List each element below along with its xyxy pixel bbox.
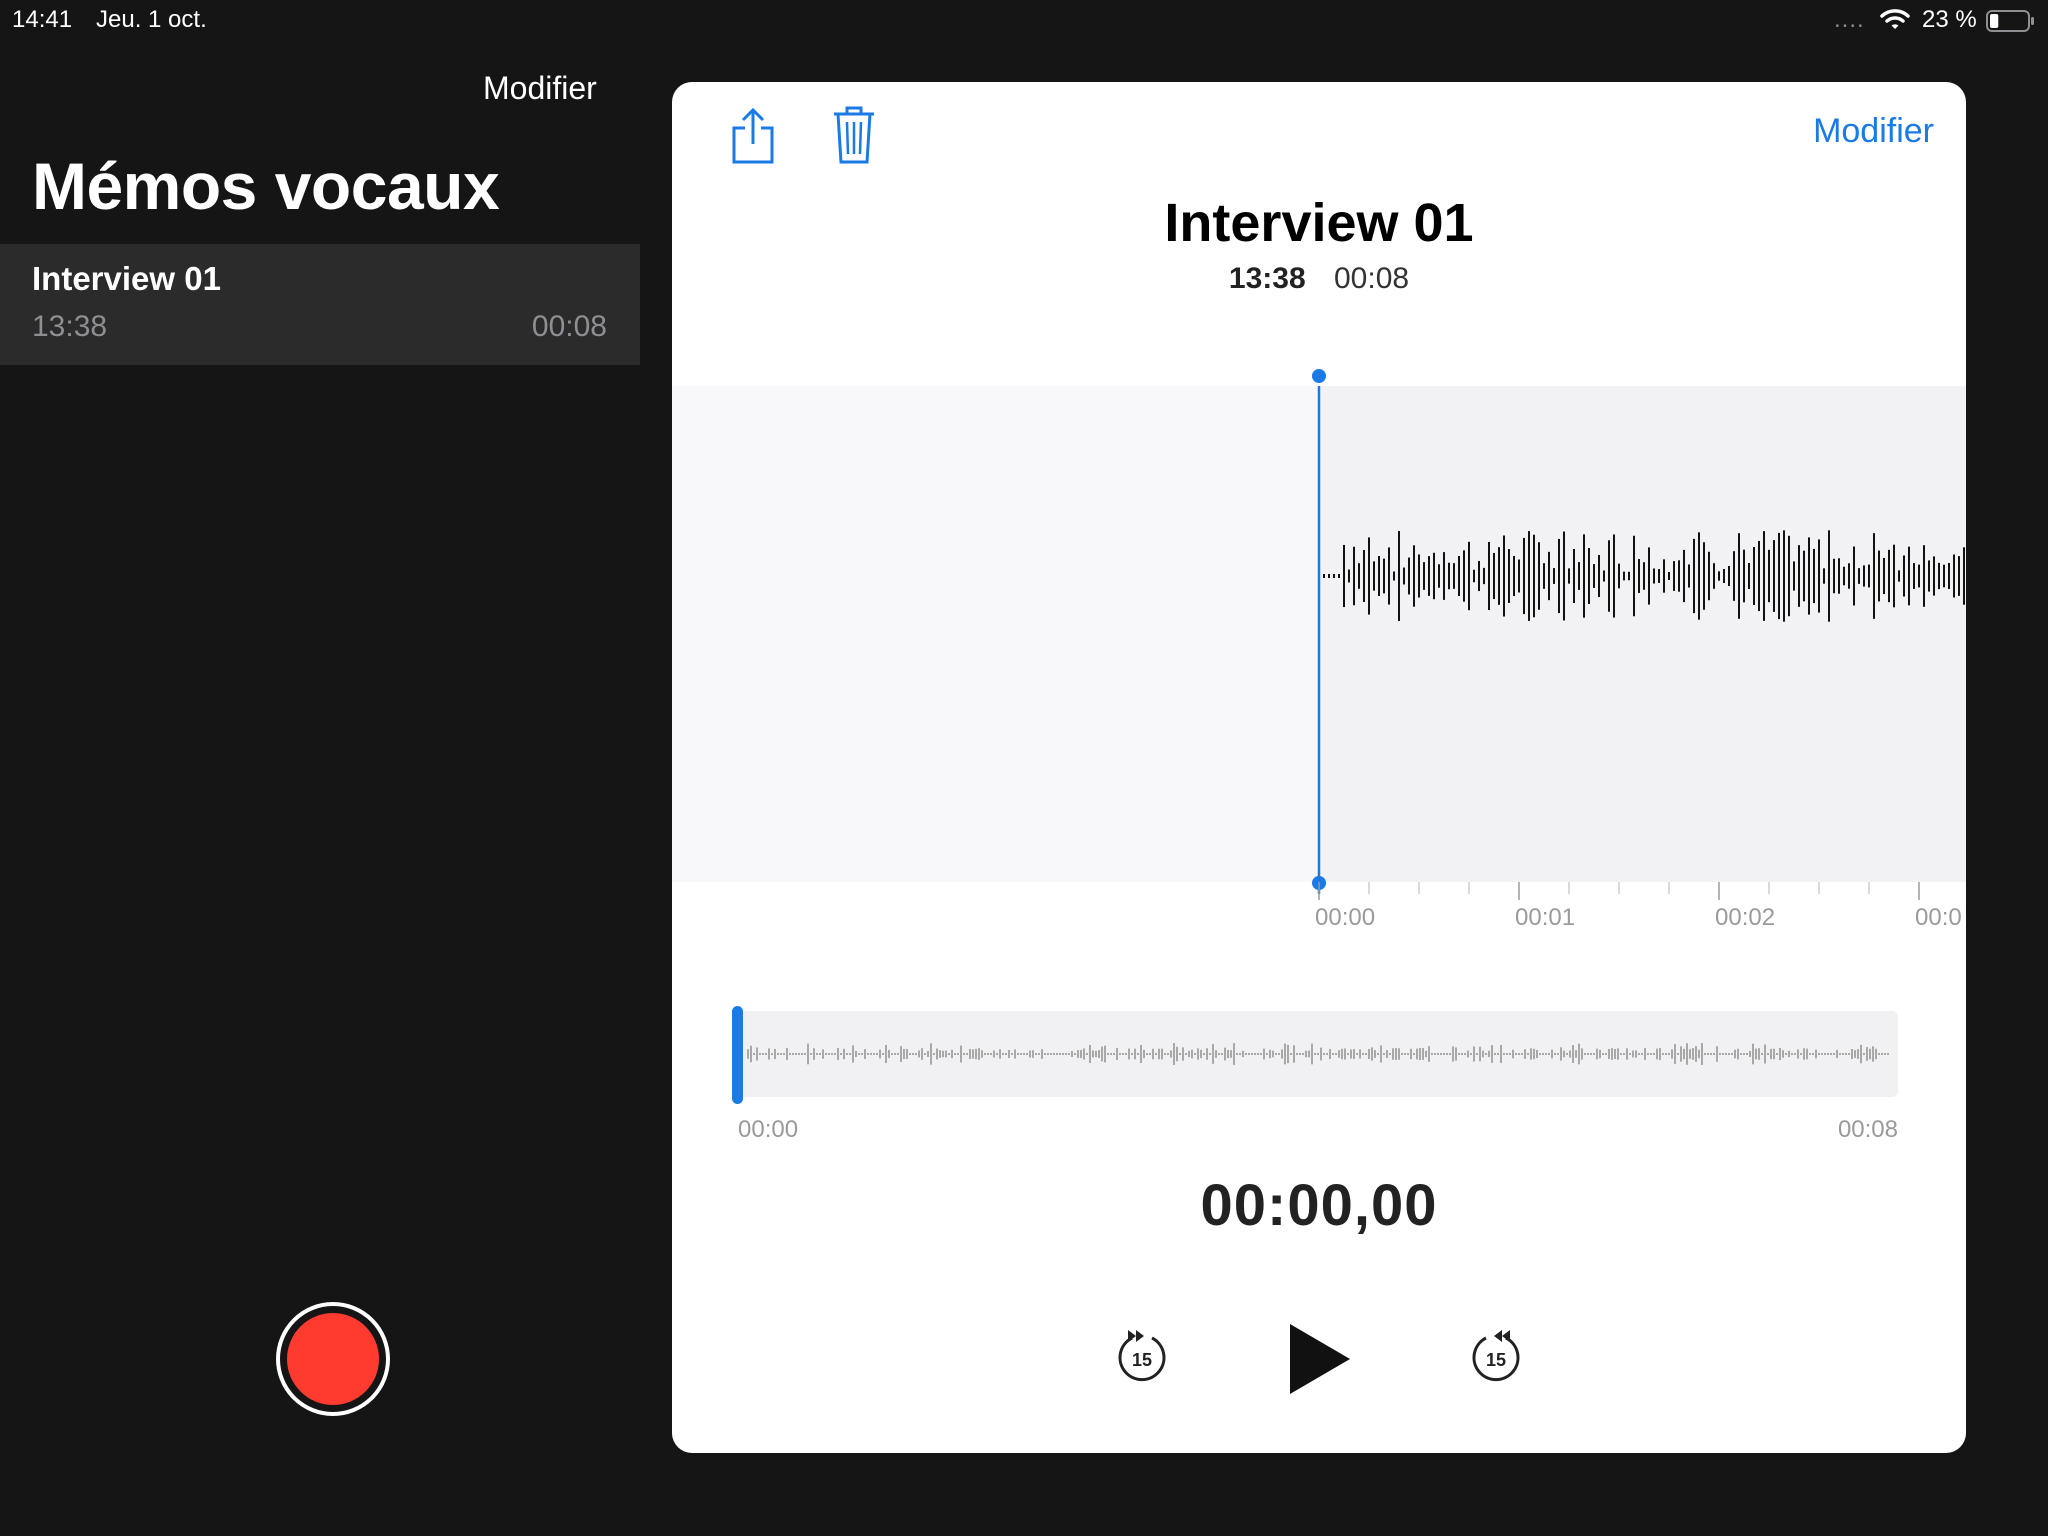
overview-waveform[interactable]: [734, 1011, 1898, 1097]
record-icon: [287, 1313, 379, 1405]
recording-meta: 13:38 00:08: [672, 262, 1966, 296]
play-button[interactable]: [1284, 1320, 1354, 1398]
elapsed-time: 00:00,00: [1200, 1173, 1438, 1238]
skip-forward-icon: [1502, 1330, 1510, 1342]
recording-title: Interview 01: [1164, 193, 1474, 253]
status-time: 14:41: [12, 6, 73, 33]
timeline-tick-2: 00:02: [1715, 904, 1776, 931]
play-icon: [1290, 1324, 1350, 1394]
signal-indicator: ....: [1834, 6, 1865, 33]
timeline-ruler: 00:00 00:01 00:02 00:0: [672, 882, 1966, 942]
overview-end-time: 00:08: [1837, 1116, 1898, 1143]
memo-name: Interview 01: [32, 260, 221, 297]
page-title: Mémos vocaux: [32, 149, 500, 223]
memo-duration: 00:08: [531, 310, 607, 343]
battery-percent: 23 %: [1922, 6, 1977, 33]
memo-list-item[interactable]: Interview 01 13:38 00:08: [0, 244, 640, 365]
wifi-icon: [1880, 9, 1910, 29]
waveform-viewer[interactable]: [672, 386, 1966, 894]
skip-forward-label: 15: [1486, 1350, 1506, 1370]
battery-icon: [1986, 10, 2034, 32]
playhead-top-handle[interactable]: [1311, 368, 1327, 384]
recording-time: 13:38: [1228, 262, 1306, 295]
skip-back-icon: [1128, 1330, 1136, 1342]
waveform: [1317, 386, 1965, 894]
recording-detail-panel: Modifier Interview 01 13:38 00:08 00:00 …: [672, 82, 1966, 1453]
skip-back-label: 15: [1132, 1350, 1152, 1370]
overview-waveform-graphic: [747, 1043, 1889, 1065]
scrub-handle[interactable]: [732, 1006, 743, 1104]
detail-edit-button[interactable]: Modifier: [1813, 112, 1934, 151]
recording-duration: 00:08: [1334, 262, 1410, 295]
status-date: Jeu. 1 oct.: [96, 6, 207, 33]
share-icon[interactable]: [730, 106, 776, 166]
timeline-tick-1: 00:01: [1515, 904, 1576, 931]
overview-start-time: 00:00: [738, 1116, 799, 1143]
timeline-tick-3: 00:0: [1915, 904, 1962, 931]
trash-icon[interactable]: [832, 104, 876, 166]
record-button[interactable]: [276, 1302, 390, 1416]
skip-forward-15-button[interactable]: 15: [1468, 1326, 1524, 1388]
memo-time: 13:38: [32, 310, 108, 343]
timeline-tick-0: 00:00: [1315, 904, 1376, 931]
sidebar-edit-button[interactable]: Modifier: [483, 70, 597, 107]
status-bar: 14:41 Jeu. 1 oct. .... 23 %: [0, 0, 2048, 40]
skip-back-15-button[interactable]: 15: [1114, 1326, 1170, 1388]
